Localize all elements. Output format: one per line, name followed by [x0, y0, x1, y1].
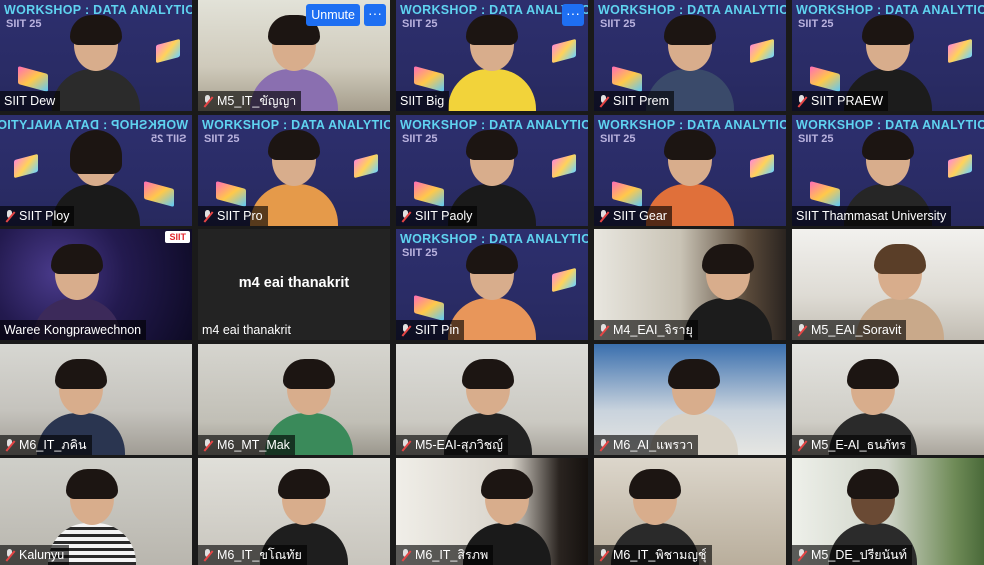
mic-muted-icon: [202, 438, 214, 452]
participant-tile[interactable]: WORKSHOP : DATA ANALYTICS SIIT 25 SIIT T…: [792, 115, 984, 226]
participant-name-label: Waree Kongprawechnon: [0, 320, 147, 340]
siit-logo: SIIT 25: [798, 18, 834, 30]
participant-name-label: M5_EAI_Soravit: [792, 320, 907, 340]
participant-name-label: M6_IT_ภคิน: [0, 435, 92, 455]
mic-muted-icon: [598, 438, 610, 452]
siit-logo: SIIT 25: [600, 18, 636, 30]
participant-tile[interactable]: WORKSHOP : DATA ANALYTICS SIIT 25 SIIT G…: [594, 115, 786, 226]
siit-logo: SIIT 25: [6, 18, 42, 30]
participant-name-label: SIIT Pin: [396, 320, 465, 340]
more-options-button[interactable]: ···: [562, 4, 584, 26]
mic-muted-icon: [598, 94, 610, 108]
participant-tile[interactable]: M5_E-AI_ธนภัทร: [792, 344, 984, 455]
participant-tile[interactable]: Kalunyu: [0, 458, 192, 565]
participant-tile[interactable]: m4 eai thanakrit m4 eai thanakrit: [198, 229, 390, 340]
participant-tile[interactable]: M4_EAI_จิรายุ: [594, 229, 786, 340]
siit-logo: SIIT 25: [150, 133, 186, 145]
participant-tile[interactable]: M6_IT_สิรภพ: [396, 458, 588, 565]
siit-logo: SIIT 25: [402, 18, 438, 30]
video-off-name: m4 eai thanakrit: [238, 275, 350, 291]
mic-muted-icon: [796, 438, 808, 452]
mic-muted-icon: [400, 323, 412, 337]
participant-tile[interactable]: WORKSHOP : DATA ANALYTICS SIIT 25 SIIT P…: [792, 0, 984, 111]
participant-tile[interactable]: M6_IT_ภคิน: [0, 344, 192, 455]
siit-logo: SIIT 25: [798, 133, 834, 145]
participant-tile[interactable]: WORKSHOP : DATA ANALYTICS SIIT 25 SIIT P…: [396, 115, 588, 226]
participant-tile[interactable]: M5_DE_ปรียนันท์: [792, 458, 984, 565]
participant-name-label: M5_E-AI_ธนภัทร: [792, 435, 911, 455]
mic-muted-icon: [202, 209, 214, 223]
mic-muted-icon: [598, 323, 610, 337]
participant-tile[interactable]: M6_IT_พิชามญชุ์: [594, 458, 786, 565]
participant-name-label: SIIT Paoly: [396, 206, 478, 226]
mic-muted-icon: [202, 94, 214, 108]
participant-name-label: M6_IT_พิชามญชุ์: [594, 545, 712, 565]
mic-muted-icon: [400, 209, 412, 223]
mic-muted-icon: [796, 94, 808, 108]
participant-name-label: M4_EAI_จิรายุ: [594, 320, 698, 340]
mic-muted-icon: [796, 323, 808, 337]
mic-muted-icon: [400, 548, 412, 562]
mic-muted-icon: [4, 438, 16, 452]
siit-logo: SIIT 25: [402, 247, 438, 259]
participant-tile[interactable]: WORKSHOP : DATA ANALYTICS SIIT 25 SIIT P…: [0, 115, 192, 226]
participant-tile[interactable]: M5_EAI_Soravit: [792, 229, 984, 340]
participant-name-label: M6_MT_Mak: [198, 435, 295, 455]
participant-name-label: M6_IT_ขโณทัย: [198, 545, 307, 565]
participant-name-label: SIIT Ploy: [0, 206, 75, 226]
participant-name-label: SIIT Dew: [0, 91, 61, 111]
participant-tile[interactable]: SIIT Waree Kongprawechnon: [0, 229, 192, 340]
participant-name-label: SIIT Prem: [594, 91, 675, 111]
mic-muted-icon: [598, 209, 610, 223]
participant-tile[interactable]: WORKSHOP : DATA ANALYTICS SIIT 25 SIIT P…: [396, 229, 588, 340]
participant-tile[interactable]: WORKSHOP : DATA ANALYTICS SIIT 25 SIIT P…: [594, 0, 786, 111]
mic-muted-icon: [598, 548, 610, 562]
participant-video: [444, 15, 540, 111]
participant-name-label: m4 eai thanakrit: [202, 323, 291, 337]
participant-name-label: SIIT Big: [396, 91, 450, 111]
participant-tile[interactable]: M6_MT_Mak: [198, 344, 390, 455]
participant-name-label: M6_IT_สิรภพ: [396, 545, 494, 565]
participant-name-label: SIIT Thammasat University: [792, 206, 952, 226]
participant-tile[interactable]: M6_IT_ขโณทัย: [198, 458, 390, 565]
video-gallery: WORKSHOP : DATA ANALYTICS SIIT 25 SIIT D…: [0, 0, 984, 565]
participant-tile[interactable]: M5-EAI-สุภวิชญ์: [396, 344, 588, 455]
siit-logo: SIIT 25: [600, 133, 636, 145]
participant-tile[interactable]: WORKSHOP : DATA ANALYTICS SIIT 25 ··· SI…: [396, 0, 588, 111]
participant-video: [48, 15, 144, 111]
participant-tile[interactable]: WORKSHOP : DATA ANALYTICS SIIT 25 SIIT D…: [0, 0, 192, 111]
mic-muted-icon: [796, 548, 808, 562]
unmute-button[interactable]: Unmute: [306, 4, 360, 26]
participant-name-label: M5_IT_ขัญญา: [198, 91, 302, 111]
mic-muted-icon: [400, 438, 412, 452]
mic-muted-icon: [4, 209, 16, 223]
participant-name-label: Kalunyu: [0, 545, 70, 565]
participant-tile[interactable]: Unmute ··· M5_IT_ขัญญา: [198, 0, 390, 111]
participant-name-label: M5_DE_ปรียนันท์: [792, 545, 912, 565]
mic-muted-icon: [4, 548, 16, 562]
participant-name-label: SIIT Gear: [594, 206, 672, 226]
participant-tile[interactable]: WORKSHOP : DATA ANALYTICS SIIT 25 SIIT P…: [198, 115, 390, 226]
participant-name-label: M6_AI_แพรวา: [594, 435, 699, 455]
siit-logo: SIIT 25: [204, 133, 240, 145]
siit-logo-badge: SIIT: [165, 231, 190, 243]
participant-tile[interactable]: M6_AI_แพรวา: [594, 344, 786, 455]
siit-logo: SIIT 25: [402, 133, 438, 145]
participant-name-label: M5-EAI-สุภวิชญ์: [396, 435, 508, 455]
mic-muted-icon: [202, 548, 214, 562]
more-options-button[interactable]: ···: [364, 4, 386, 26]
participant-name-label: SIIT Pro: [198, 206, 268, 226]
participant-name-label: SIIT PRAEW: [792, 91, 889, 111]
